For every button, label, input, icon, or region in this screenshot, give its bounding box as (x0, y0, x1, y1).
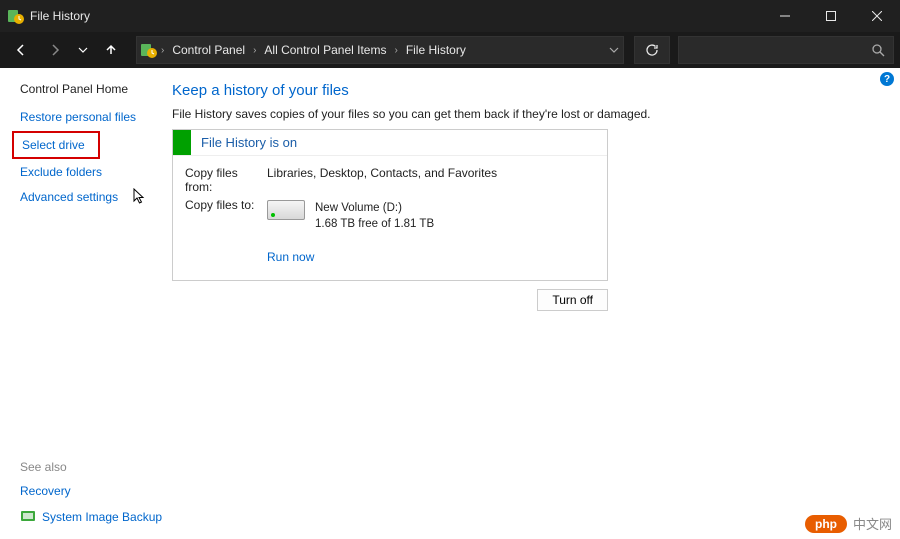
copy-from-label: Copy files from: (185, 166, 267, 194)
window-title: File History (30, 9, 90, 23)
run-now-link[interactable]: Run now (267, 250, 314, 264)
file-history-icon (141, 42, 157, 58)
breadcrumb-item[interactable]: File History (402, 43, 470, 57)
content-area: ? Control Panel Home Restore personal fi… (0, 68, 900, 539)
address-bar[interactable]: › Control Panel › All Control Panel Item… (136, 36, 624, 64)
copy-from-value: Libraries, Desktop, Contacts, and Favori… (267, 166, 497, 194)
refresh-button[interactable] (634, 36, 670, 64)
drive-icon (267, 200, 305, 220)
back-button[interactable] (6, 35, 36, 65)
navigation-row: › Control Panel › All Control Panel Item… (0, 32, 900, 68)
drive-name: New Volume (D:) (315, 200, 434, 216)
status-text: File History is on (191, 135, 297, 150)
exclude-folders-link[interactable]: Exclude folders (20, 165, 170, 179)
search-icon (871, 43, 885, 57)
search-box[interactable] (678, 36, 894, 64)
restore-files-link[interactable]: Restore personal files (20, 110, 170, 124)
highlight-annotation: Select drive (12, 131, 100, 159)
system-image-backup-link[interactable]: System Image Backup (20, 509, 170, 525)
system-image-backup-label: System Image Backup (42, 510, 162, 524)
page-heading: Keep a history of your files (172, 82, 876, 99)
maximize-button[interactable] (808, 0, 854, 32)
side-panel: Control Panel Home Restore personal file… (0, 68, 170, 539)
minimize-button[interactable] (762, 0, 808, 32)
recent-dropdown[interactable] (74, 35, 92, 65)
chevron-right-icon: › (161, 45, 164, 56)
status-indicator (173, 130, 191, 155)
close-button[interactable] (854, 0, 900, 32)
breadcrumb-item[interactable]: Control Panel (168, 43, 249, 57)
see-also-heading: See also (20, 460, 170, 474)
copy-to-label: Copy files to: (185, 198, 267, 232)
file-history-icon (8, 8, 24, 24)
chevron-right-icon: › (394, 45, 397, 56)
recovery-link[interactable]: Recovery (20, 484, 170, 498)
control-panel-home-link[interactable]: Control Panel Home (20, 82, 170, 96)
status-box: File History is on Copy files from: Libr… (172, 129, 608, 281)
select-drive-link[interactable]: Select drive (22, 138, 90, 152)
watermark: php 中文网 (805, 514, 892, 533)
breadcrumb-item[interactable]: All Control Panel Items (260, 43, 390, 57)
up-button[interactable] (96, 35, 126, 65)
chevron-right-icon: › (253, 45, 256, 56)
watermark-text: 中文网 (853, 514, 892, 533)
drive-free-space: 1.68 TB free of 1.81 TB (315, 216, 434, 232)
titlebar: File History (0, 0, 900, 32)
chevron-down-icon[interactable] (609, 45, 619, 55)
watermark-badge: php (805, 515, 847, 533)
page-description: File History saves copies of your files … (172, 107, 876, 121)
forward-button[interactable] (40, 35, 70, 65)
main-panel: Keep a history of your files File Histor… (170, 68, 900, 539)
turn-off-button[interactable]: Turn off (537, 289, 608, 311)
shield-icon (20, 509, 36, 525)
advanced-settings-link[interactable]: Advanced settings (20, 190, 170, 204)
